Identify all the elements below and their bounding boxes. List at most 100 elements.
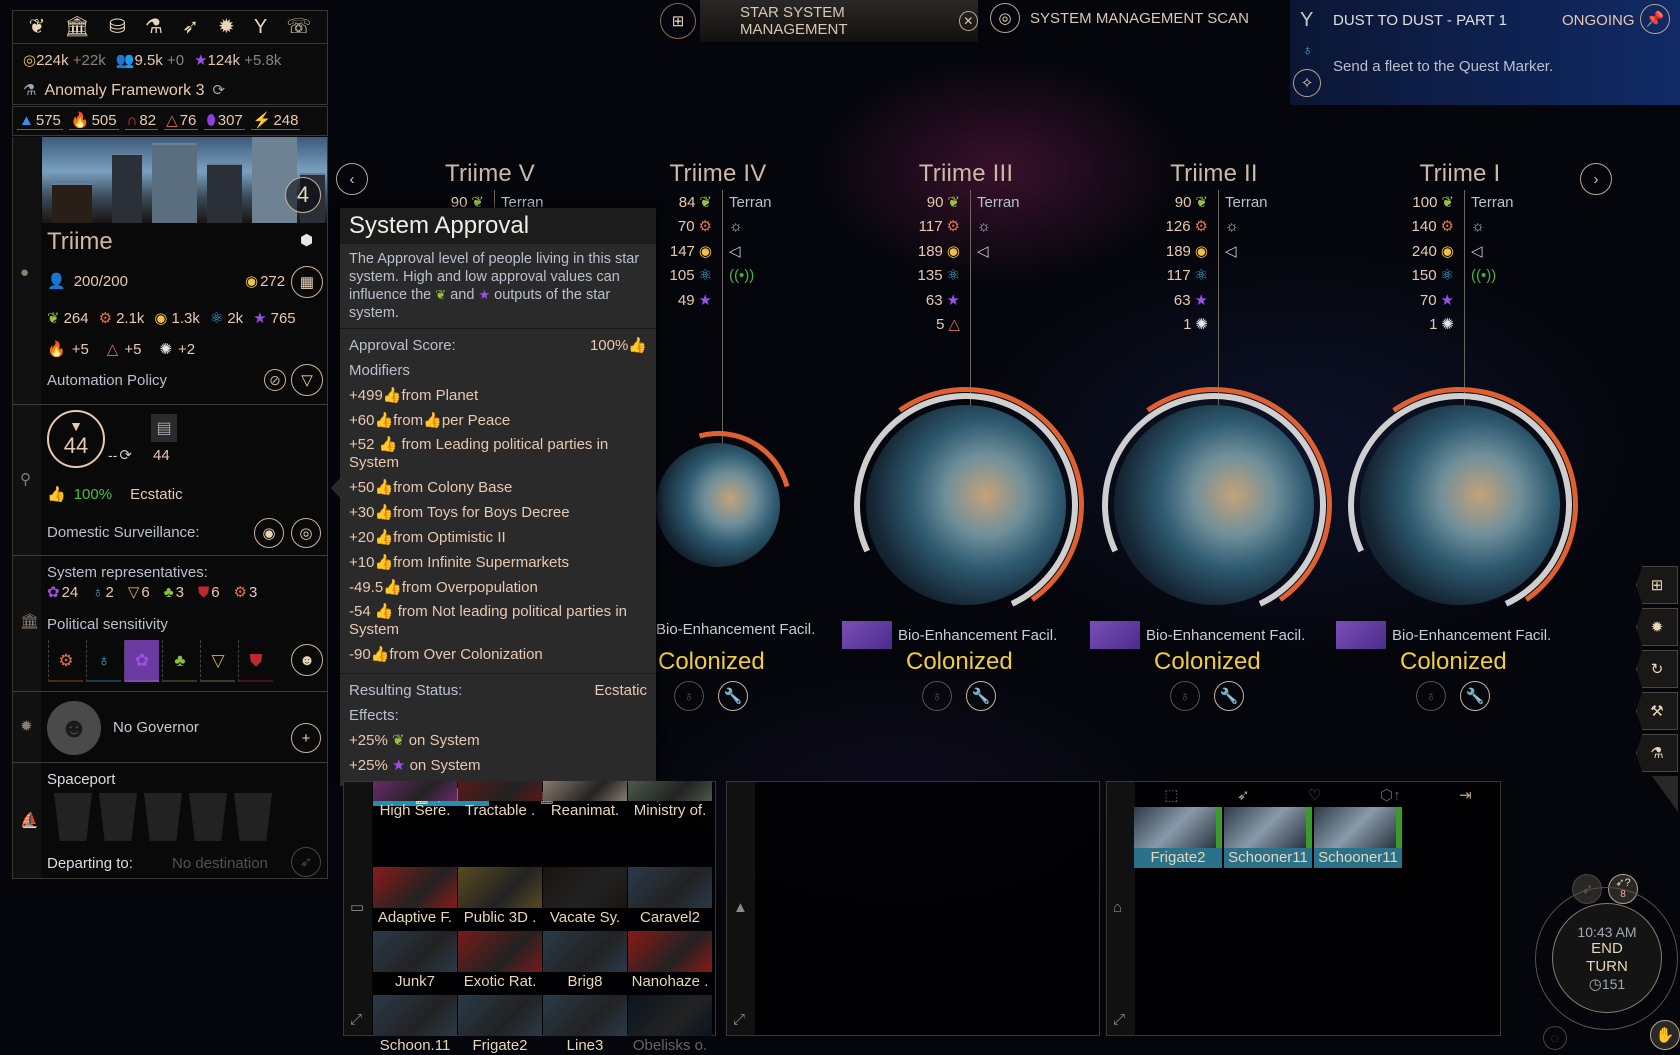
planet-card[interactable]: Triime IV 84 ❦ 70 ⚙ 147 ◉ 105 ⚛ 49 ★ Terran ☼ ◁ ((•)) bbox=[598, 160, 838, 490]
trophy-icon[interactable]: Y bbox=[254, 17, 267, 37]
surveillance-option-2-button[interactable]: ◎ bbox=[291, 518, 321, 548]
pin-quest-button[interactable]: 📌 bbox=[1640, 4, 1670, 34]
politics-button[interactable]: ☻ bbox=[291, 644, 323, 676]
spaceport-slot[interactable] bbox=[99, 793, 137, 841]
system-hierarchy-button[interactable]: ⊞ bbox=[660, 3, 696, 39]
coins-icon[interactable]: ⛁ bbox=[109, 17, 126, 37]
construction-item[interactable]: Tractable . bbox=[458, 781, 542, 841]
side-tab-upgrades[interactable]: ✹ bbox=[1636, 608, 1678, 646]
close-icon[interactable]: ✕ bbox=[958, 11, 978, 31]
construction-item[interactable]: Nanohaze . bbox=[628, 931, 712, 991]
fleet-ship[interactable]: Frigate2 bbox=[1134, 807, 1222, 868]
sensitivity-slot[interactable]: ⛊ bbox=[238, 640, 273, 682]
planet-manage-button[interactable]: 🔧 bbox=[966, 681, 996, 711]
expand-icon[interactable]: ⤢ bbox=[733, 1012, 745, 1027]
spaceport-slot[interactable] bbox=[189, 793, 227, 841]
strategic-resource[interactable]: ⬮ 307 bbox=[204, 112, 245, 130]
diplomacy-alert-icon[interactable]: ☏ bbox=[286, 17, 311, 37]
construction-item[interactable]: Caravel2 bbox=[628, 867, 712, 927]
laurel-icon[interactable]: ❦ bbox=[29, 17, 46, 37]
sensitivity-slot[interactable]: ▽ bbox=[200, 640, 235, 682]
construction-item[interactable]: Schoon.11 bbox=[373, 995, 457, 1055]
split-fleet-icon[interactable]: ⇥ bbox=[1459, 788, 1472, 803]
governor-portrait[interactable]: ☻ bbox=[47, 701, 101, 755]
planet-exploit-button[interactable]: ♁ bbox=[922, 681, 952, 711]
construction-item[interactable]: Adaptive F. bbox=[373, 867, 457, 927]
fleet-ship[interactable]: Schooner11 bbox=[1224, 807, 1312, 868]
construction-item[interactable]: Ministry of. bbox=[628, 781, 712, 841]
side-tab-population[interactable]: ↻ bbox=[1636, 650, 1678, 688]
side-tab-research[interactable]: ⚗ bbox=[1636, 734, 1678, 772]
planet-improvement[interactable]: Bio-Enhancement Facil. bbox=[1090, 621, 1305, 649]
planet-manage-button[interactable]: 🔧 bbox=[718, 681, 748, 711]
sensitivity-slot[interactable]: ✿ bbox=[124, 640, 159, 682]
construction-item[interactable]: Junk7 bbox=[373, 931, 457, 991]
research-flask-icon[interactable]: ⚗ bbox=[145, 17, 163, 37]
planet-card[interactable]: Triime V 90 ❦ Terran bbox=[370, 160, 610, 214]
side-tab-construction[interactable]: ⚒ bbox=[1636, 692, 1678, 730]
diplomacy-button[interactable]: ✋ bbox=[1650, 1020, 1680, 1050]
system-approval[interactable]: 👍 100% Ecstatic bbox=[47, 486, 183, 503]
ship-upgrade-icon[interactable]: ➶ bbox=[1237, 788, 1250, 803]
quest-tracker[interactable]: Y DUST TO DUST - PART 1 ONGOING 📌 ♁ Send… bbox=[1290, 0, 1680, 105]
sensitivity-slot[interactable]: ⚙ bbox=[48, 640, 83, 682]
planet-card[interactable]: Triime II 90 ❦ 126 ⚙ 189 ◉ 117 ⚛ 63 ★ 1 ✺ Terran ☼ ◁ bbox=[1094, 160, 1334, 490]
construction-item[interactable]: Exotic Rat. bbox=[458, 931, 542, 991]
planet-improvement[interactable]: Bio-Enhancement Facil. bbox=[656, 621, 815, 638]
construction-item[interactable]: Vacate Sy. bbox=[543, 867, 627, 927]
expand-icon[interactable]: ⤢ bbox=[350, 1012, 362, 1027]
spaceport-slot[interactable] bbox=[54, 793, 92, 841]
spaceport-slot[interactable] bbox=[234, 793, 272, 841]
quest-locate-button[interactable]: ✧ bbox=[1293, 69, 1321, 97]
visibility-toggle[interactable]: ◌ bbox=[1543, 1026, 1567, 1050]
planet-exploit-button[interactable]: ♁ bbox=[1170, 681, 1200, 711]
strategic-resource[interactable]: ∩ 82 bbox=[124, 112, 159, 130]
planet-improvement[interactable]: Bio-Enhancement Facil. bbox=[1336, 621, 1551, 649]
sensitivity-slot[interactable]: ♁ bbox=[86, 640, 121, 682]
representative-count[interactable]: ♁ 2 bbox=[92, 584, 114, 601]
representative-count[interactable]: ♣ 3 bbox=[164, 584, 184, 601]
select-all-icon[interactable]: ⬚ bbox=[1164, 788, 1178, 803]
current-research[interactable]: ⚗ Anomaly Framework 3 ⟳ bbox=[12, 77, 328, 105]
end-turn-button[interactable]: 10:43 AM END TURN ◷151 bbox=[1552, 903, 1662, 1013]
strategic-resource[interactable]: ⚡ 248 bbox=[250, 112, 301, 130]
expand-icon[interactable]: ⤢ bbox=[1113, 1012, 1125, 1027]
next-planet-button[interactable]: › bbox=[1580, 163, 1612, 195]
fleet-ship[interactable]: Schooner11 bbox=[1314, 807, 1402, 868]
construction-item[interactable]: Obelisks o. bbox=[628, 995, 712, 1055]
representative-count[interactable]: ⚙ 3 bbox=[234, 584, 258, 601]
strategic-resource[interactable]: △ 76 bbox=[164, 112, 199, 130]
planet-manage-button[interactable]: 🔧 bbox=[1214, 681, 1244, 711]
construction-item[interactable]: Line3 bbox=[543, 995, 627, 1055]
set-destination-button[interactable]: ➶ bbox=[291, 847, 321, 877]
senate-icon[interactable]: 🏛 bbox=[65, 17, 90, 37]
badge-icon[interactable]: ✹ bbox=[218, 17, 235, 37]
strategic-resource[interactable]: ▲ 575 bbox=[17, 112, 63, 130]
repair-icon[interactable]: ♡ bbox=[1308, 788, 1321, 803]
tab-star-system-management[interactable]: STAR SYSTEM MANAGEMENT ✕ bbox=[700, 0, 978, 42]
construction-item[interactable]: Frigate2 bbox=[458, 995, 542, 1055]
planet-card[interactable]: Triime I 100 ❦ 140 ⚙ 240 ◉ 150 ⚛ 70 ★ 1 ✺ Terran ☼ ◁ ((•… bbox=[1340, 160, 1580, 490]
fleet-ship-icon[interactable]: ➶ bbox=[182, 17, 199, 37]
planet-manage-button[interactable]: 🔧 bbox=[1460, 681, 1490, 711]
planet-exploit-button[interactable]: ♁ bbox=[674, 681, 704, 711]
construction-item[interactable]: Brig8 bbox=[543, 931, 627, 991]
planet-improvement[interactable]: Bio-Enhancement Facil. bbox=[842, 621, 1057, 649]
planet-card[interactable]: Triime III 90 ❦ 117 ⚙ 189 ◉ 135 ⚛ 63 ★ 5 △ Terran ☼ ◁ bbox=[846, 160, 1086, 490]
spaceport-slot[interactable] bbox=[144, 793, 182, 841]
strategic-resource[interactable]: 🔥 505 bbox=[68, 112, 119, 130]
construction-item[interactable]: High Sere. bbox=[373, 781, 457, 841]
construction-item[interactable]: Public 3D . bbox=[458, 867, 542, 927]
population-circle[interactable]: ▼ 44 bbox=[47, 410, 105, 468]
planet-exploit-button[interactable]: ♁ bbox=[1416, 681, 1446, 711]
sensitivity-slot[interactable]: ♣ bbox=[162, 640, 197, 682]
tab-system-management-scan[interactable]: ◎ SYSTEM MANAGEMENT SCAN bbox=[990, 3, 1249, 33]
automation-disable-button[interactable]: ⊘ bbox=[264, 369, 286, 391]
side-tab-hierarchy[interactable]: ⊞ bbox=[1636, 566, 1678, 604]
buy-out-button[interactable]: ▦ bbox=[291, 266, 323, 298]
retrofit-icon[interactable]: ⬡↑ bbox=[1380, 788, 1401, 803]
representative-count[interactable]: ⛊ 6 bbox=[198, 584, 220, 601]
assign-governor-button[interactable]: + bbox=[291, 723, 321, 753]
surveillance-option-1-button[interactable]: ◉ bbox=[254, 518, 284, 548]
previous-planet-button[interactable]: ‹ bbox=[336, 163, 368, 195]
